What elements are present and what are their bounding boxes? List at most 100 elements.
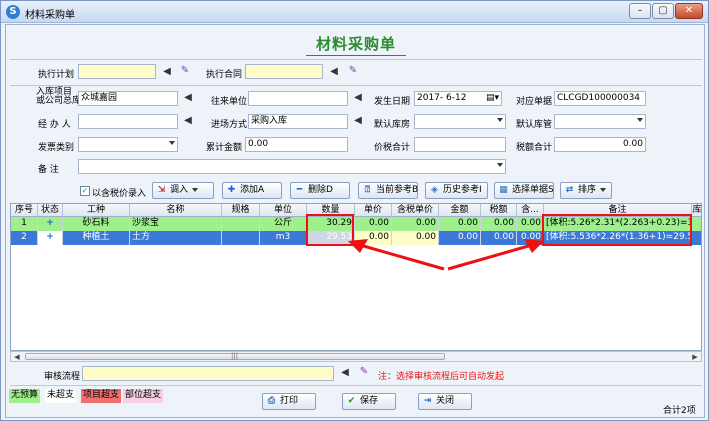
- close-label: 关闭: [436, 396, 455, 406]
- approval-input[interactable]: [82, 366, 334, 381]
- add-button[interactable]: ✚ 添加A: [222, 182, 282, 199]
- header-amount[interactable]: 金额: [439, 204, 481, 217]
- plan-label: 执行计划: [38, 70, 75, 80]
- lookup-icon[interactable]: ◀: [352, 92, 364, 104]
- plan-input[interactable]: [78, 64, 156, 79]
- print-button[interactable]: ⎙ 打印: [262, 393, 316, 410]
- tax-amount-label: 税额合计: [516, 143, 553, 153]
- remark-label: 备 注: [38, 165, 59, 175]
- default-keeper-label: 默认库管: [516, 120, 553, 130]
- tax-price-label: 以含税价录入: [92, 189, 147, 199]
- legend-no-budget: 无预算: [9, 389, 41, 403]
- scroll-left-icon[interactable]: ◀: [12, 353, 22, 361]
- edit-pen-icon[interactable]: ✎: [347, 65, 359, 77]
- invoice-type-label: 发票类别: [38, 143, 75, 153]
- edit-pen-icon[interactable]: ✎: [358, 366, 370, 378]
- in-method-input[interactable]: 采购入库: [248, 114, 348, 129]
- save-button[interactable]: ✔ 保存: [342, 393, 396, 410]
- divider: [10, 385, 702, 386]
- header-incl[interactable]: 含...: [517, 204, 544, 217]
- history-ref-button[interactable]: ◈ 历史参考I: [425, 182, 488, 199]
- date-value: 2017- 6-12: [417, 93, 467, 103]
- row-price[interactable]: 0.00: [355, 217, 392, 231]
- add-label: 添加A: [240, 185, 265, 195]
- scrollbar-thumb[interactable]: |||: [25, 352, 445, 360]
- calendar-icon[interactable]: ▤▾: [486, 92, 499, 105]
- tax-total-field: [414, 137, 506, 152]
- header-warehouse[interactable]: 库: [692, 204, 701, 217]
- total-count: 合计2项: [663, 406, 696, 416]
- project-input[interactable]: 众城嘉园: [78, 91, 178, 106]
- header-unit[interactable]: 单位: [260, 204, 307, 217]
- header-name[interactable]: 名称: [130, 204, 222, 217]
- reference-icon: ⍰: [364, 185, 371, 195]
- row-tax-price[interactable]: 0.00: [392, 217, 439, 231]
- checkmark-icon: ✔: [347, 396, 356, 406]
- default-wh-select[interactable]: [414, 114, 506, 129]
- window-title: 材料采购单: [25, 10, 75, 21]
- header-price[interactable]: 单价: [355, 204, 392, 217]
- lookup-icon[interactable]: ◀: [339, 367, 351, 379]
- sort-button[interactable]: ⇄ 排序: [560, 182, 612, 199]
- edit-pen-icon[interactable]: ✎: [179, 65, 191, 77]
- header-spec[interactable]: 规格: [222, 204, 260, 217]
- chevron-down-icon: [192, 187, 199, 192]
- chevron-down-icon: [497, 163, 503, 167]
- header-work-type[interactable]: 工种: [63, 204, 130, 217]
- select-doc-label: 选择单据S: [512, 185, 554, 195]
- row-unit: m3: [260, 231, 307, 245]
- invoice-type-select[interactable]: [78, 137, 178, 152]
- window: S 材料采购单 – ▢ ✕ 材料采购单 执行计划 ◀ ✎ 执行合同 ◀ ✎ 入库…: [0, 0, 709, 421]
- scroll-right-icon[interactable]: ▶: [690, 353, 700, 361]
- maximize-button[interactable]: ▢: [652, 3, 674, 19]
- close-window-button[interactable]: ✕: [675, 3, 703, 19]
- tax-price-checkbox[interactable]: ✓: [80, 186, 90, 196]
- divider: [10, 85, 702, 86]
- arrow-to-qty: [359, 243, 445, 271]
- legend-project-over: 项目超支: [81, 389, 122, 403]
- total-amount-label: 累计金额: [206, 143, 243, 153]
- import-label: 调入: [170, 185, 189, 195]
- default-keeper-select[interactable]: [554, 114, 646, 129]
- table-icon: ▦: [499, 185, 508, 195]
- delete-button[interactable]: ━ 删除D: [290, 182, 350, 199]
- current-ref-button[interactable]: ⍰ 当前参考B: [358, 182, 418, 199]
- chevron-down-icon: [169, 141, 175, 145]
- header-status[interactable]: 状态: [38, 204, 63, 217]
- form-title-underline: [306, 55, 406, 56]
- unit-input[interactable]: [248, 91, 348, 106]
- lookup-icon[interactable]: ◀: [328, 66, 340, 78]
- chevron-down-icon: [637, 118, 643, 122]
- header-tax-price[interactable]: 含税单价: [392, 204, 439, 217]
- import-button[interactable]: ⇲ 调入: [152, 182, 214, 199]
- select-doc-button[interactable]: ▦ 选择单据S: [494, 182, 554, 199]
- horizontal-scrollbar[interactable]: ◀ ||| ▶: [10, 351, 702, 362]
- contract-input[interactable]: [245, 64, 323, 79]
- history-ref-label: 历史参考I: [443, 185, 482, 195]
- date-label: 发生日期: [374, 97, 411, 107]
- app-logo-icon: S: [6, 5, 20, 19]
- lookup-icon[interactable]: ◀: [182, 115, 194, 127]
- lookup-icon[interactable]: ◀: [182, 92, 194, 104]
- doc-no-input[interactable]: CLCGD100000034: [554, 91, 646, 106]
- current-ref-label: 当前参考B: [376, 185, 419, 195]
- legend-part-over: 部位超支: [123, 389, 164, 403]
- remark-select[interactable]: [78, 159, 506, 174]
- annotation-arrows: [348, 239, 544, 271]
- chevron-down-icon: [497, 118, 503, 122]
- lookup-icon[interactable]: ◀: [161, 66, 173, 78]
- close-button[interactable]: ⇥ 关闭: [418, 393, 472, 410]
- history-icon: ◈: [431, 185, 438, 195]
- handler-input[interactable]: [78, 114, 178, 129]
- header-tax[interactable]: 税额: [481, 204, 517, 217]
- header-no[interactable]: 序号: [11, 204, 38, 217]
- delete-label: 删除D: [308, 185, 333, 195]
- lookup-icon[interactable]: ◀: [352, 115, 364, 127]
- row-name: 土方: [130, 231, 222, 245]
- project-label: 入库项目 或公司总库: [36, 88, 81, 106]
- row-spec: [222, 217, 260, 231]
- date-picker[interactable]: 2017- 6-12 ▤▾: [414, 91, 502, 106]
- unit-label: 往来单位: [211, 97, 248, 107]
- title-bar: S 材料采购单 – ▢ ✕: [1, 1, 708, 23]
- minimize-button[interactable]: –: [629, 3, 651, 19]
